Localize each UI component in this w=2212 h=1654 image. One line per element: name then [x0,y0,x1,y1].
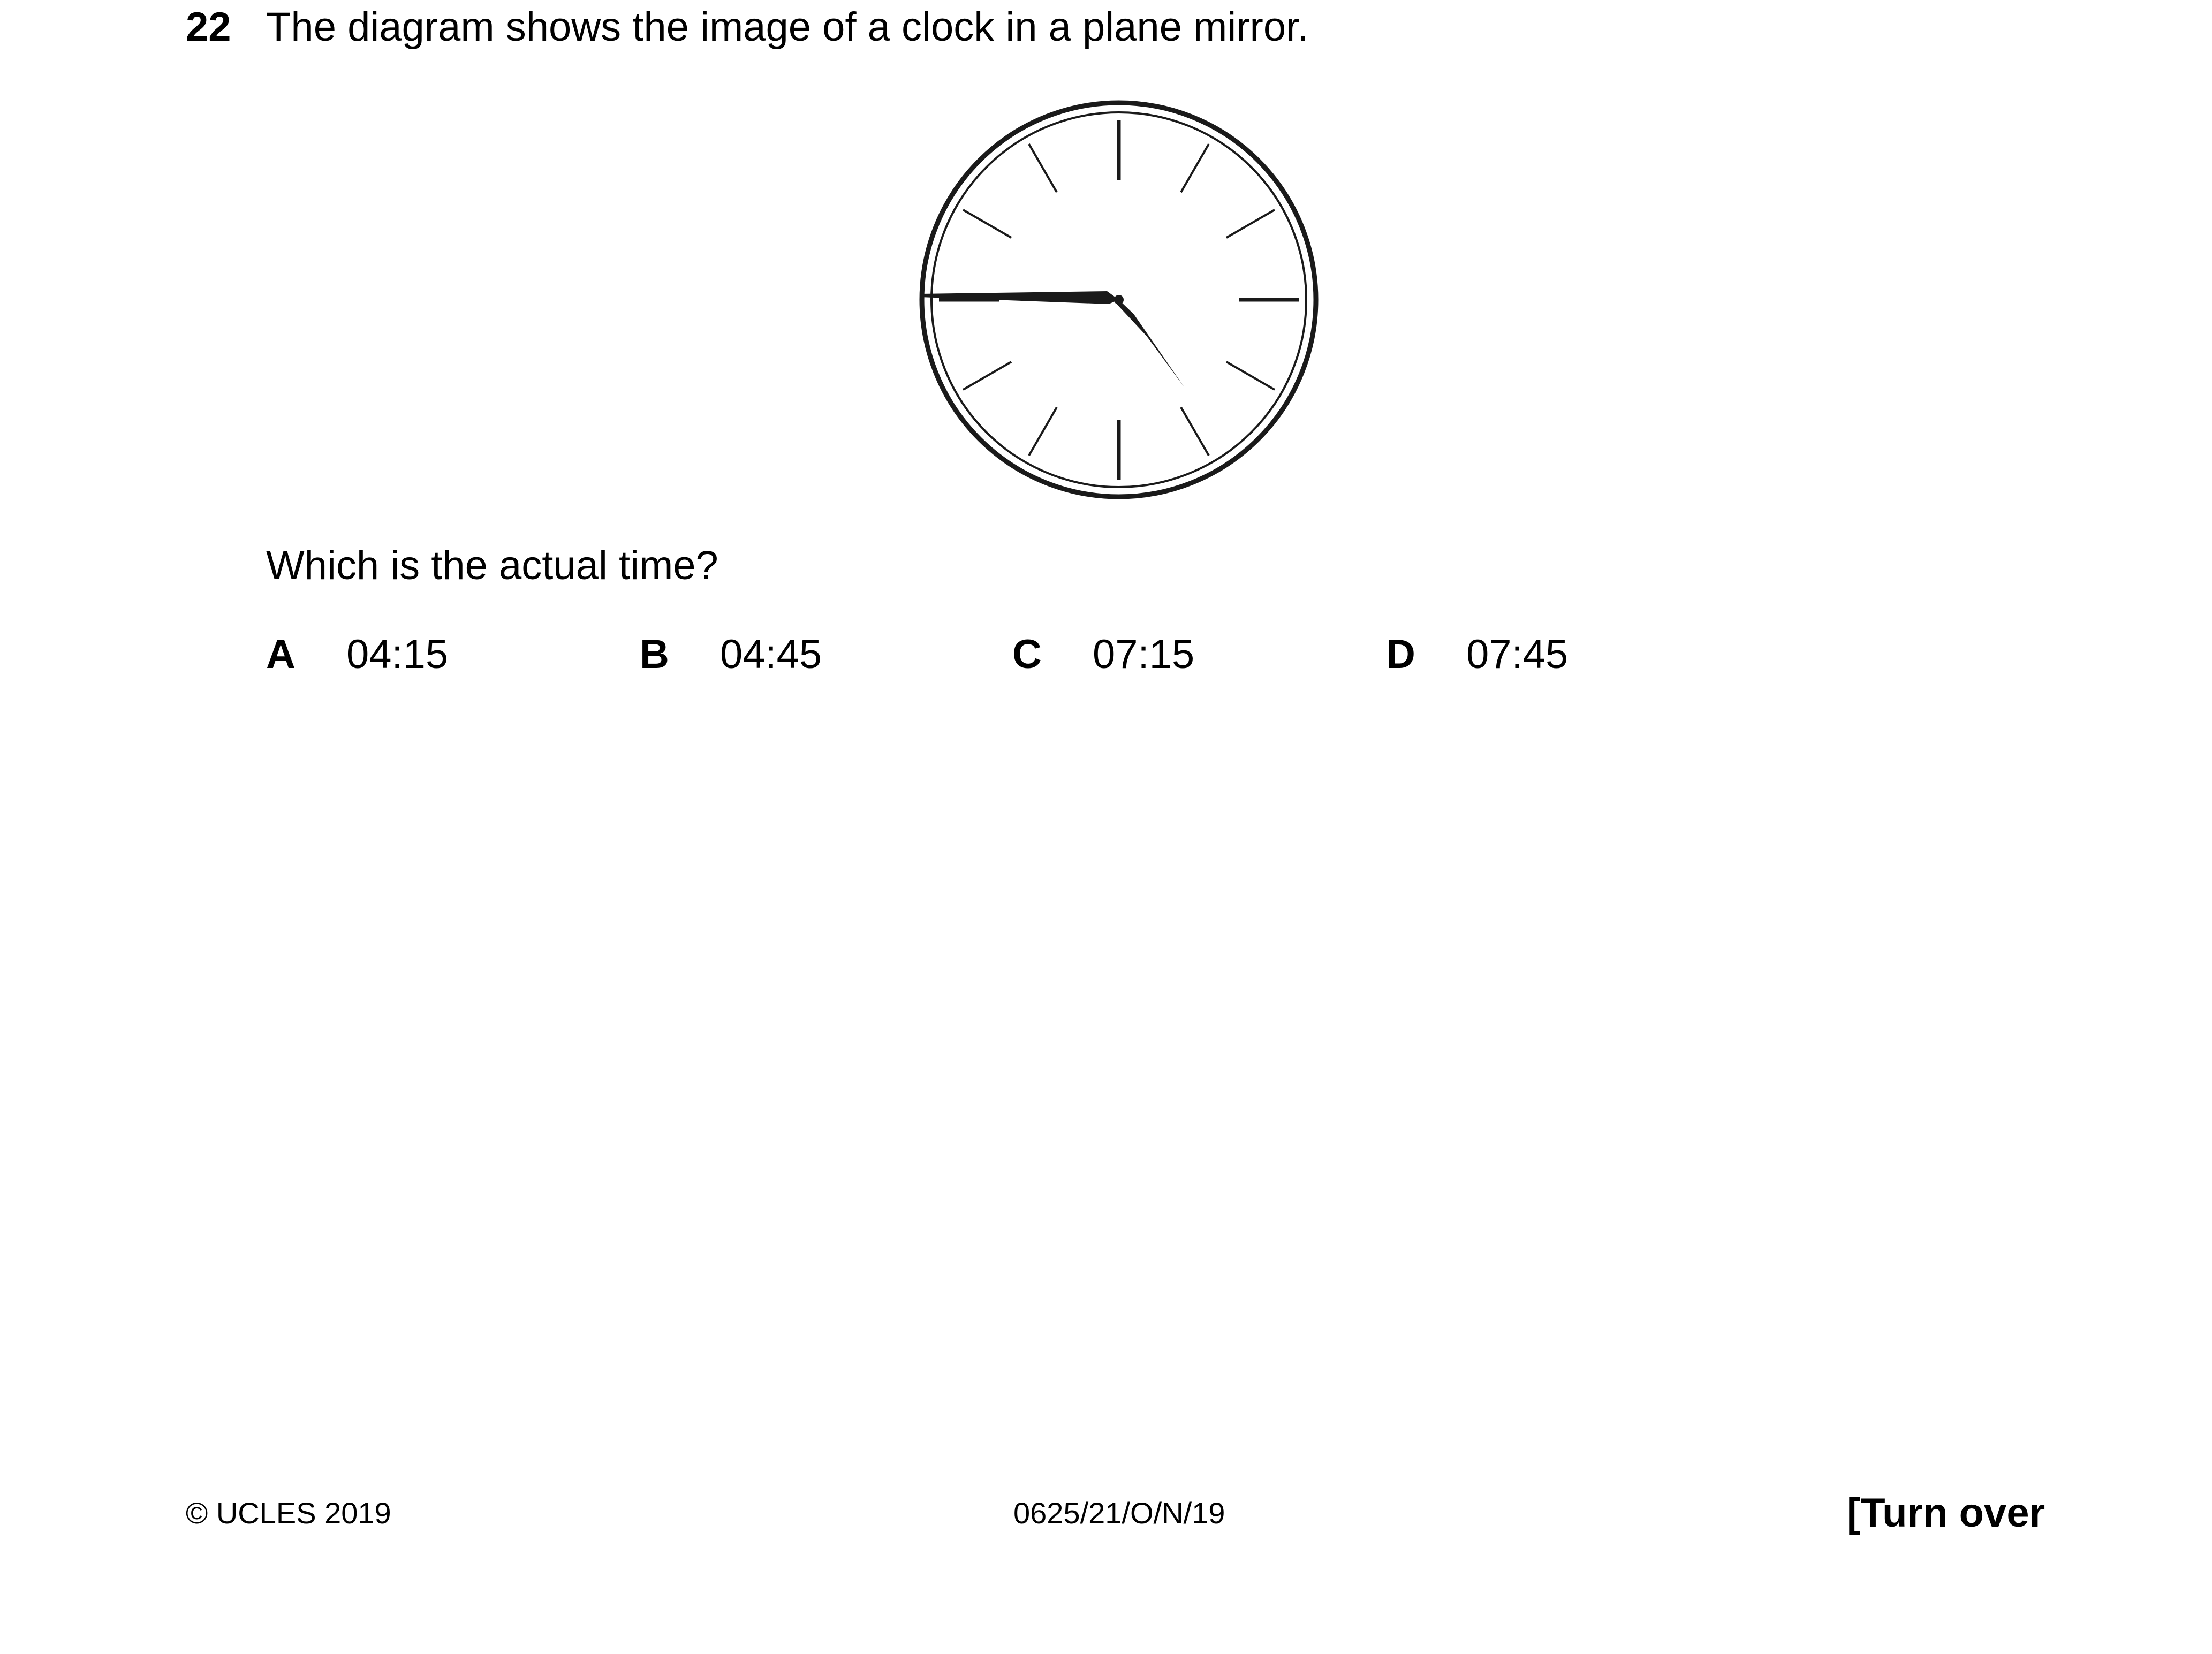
option-text: 07:45 [1466,632,1569,677]
clock-tick-1 [1180,143,1210,193]
clock-tick-5 [1180,406,1210,456]
option-b[interactable]: B 04:45 [640,631,822,679]
footer-copyright: © UCLES 2019 [186,1496,391,1530]
mirror-clock-diagram [919,100,1319,499]
option-text: 04:45 [720,632,822,677]
clock-hour-hand [1117,300,1184,387]
option-text: 07:15 [1093,632,1195,677]
option-d[interactable]: D 07:45 [1386,631,1568,679]
footer-turn-over: [Turn over [1847,1490,2046,1536]
option-text: 04:15 [346,632,449,677]
clock-tick-10 [963,209,1012,239]
clock-tick-7 [1028,406,1058,456]
option-c[interactable]: C 07:15 [1012,631,1194,679]
clock-tick-8 [963,361,1012,391]
option-a[interactable]: A 04:15 [266,631,448,679]
question-prompt: Which is the actual time? [266,543,718,588]
clock-tick-11 [1028,143,1058,193]
clock-tick-4 [1225,361,1275,391]
clock-minute-hand [920,291,1119,304]
option-letter: D [1386,632,1415,677]
question-stem: The diagram shows the image of a clock i… [266,4,1309,50]
clock-tick-2 [1225,209,1275,239]
option-letter: B [640,632,669,677]
option-letter: A [266,632,296,677]
clock-center-pin [1114,295,1124,305]
footer-paper-code: 0625/21/O/N/19 [1013,1496,1225,1530]
question-number: 22 [186,4,231,50]
option-letter: C [1012,632,1042,677]
